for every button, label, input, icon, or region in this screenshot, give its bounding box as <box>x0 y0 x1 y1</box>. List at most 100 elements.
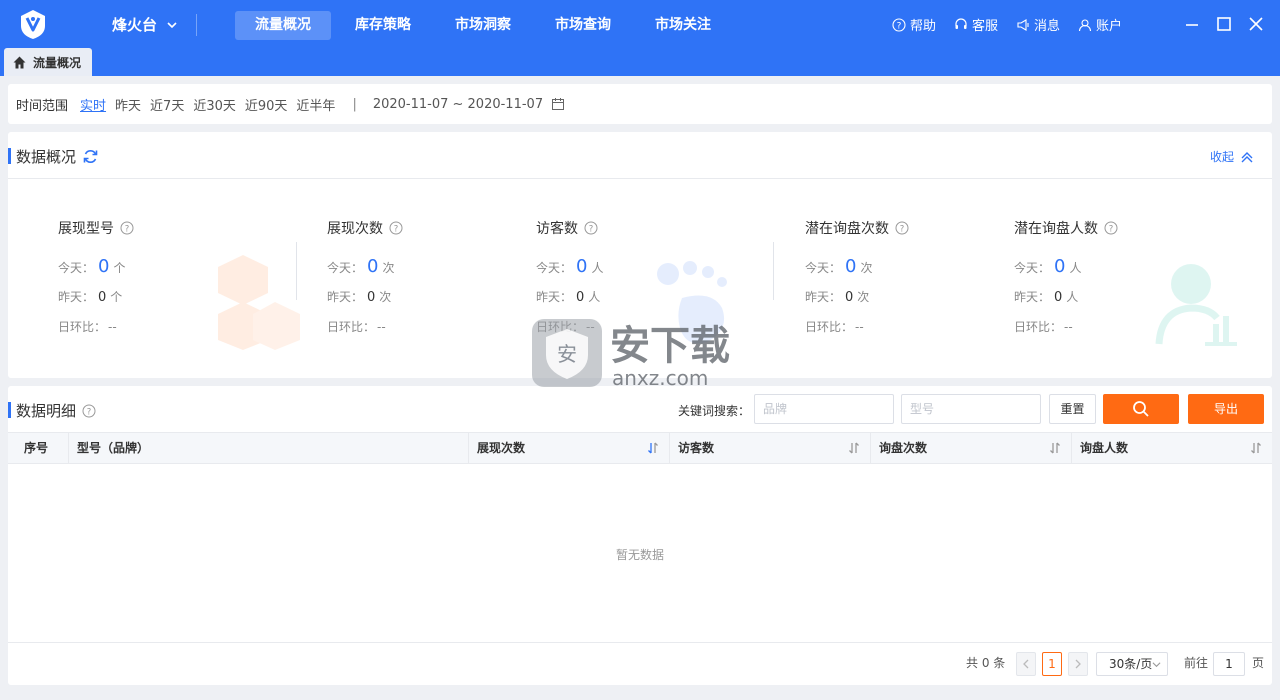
yesterday-label: 昨天： <box>327 290 364 304</box>
close-icon <box>1249 17 1263 31</box>
section-accent-bar <box>8 148 11 164</box>
help-icon[interactable]: ? <box>584 221 598 235</box>
help-label: 帮助 <box>910 19 937 34</box>
help-icon[interactable]: ? <box>389 221 403 235</box>
today-value: 0 <box>367 256 379 277</box>
col-inquiries[interactable]: 询盘次数 <box>870 433 1071 463</box>
account-label: 账户 <box>1096 19 1123 34</box>
brand-search-input[interactable] <box>754 394 894 424</box>
chevron-up-double-icon <box>1241 151 1253 162</box>
unit: 次 <box>860 261 873 275</box>
search-button[interactable] <box>1103 394 1179 424</box>
col-model-brand: 型号（品牌） <box>68 433 468 463</box>
help-icon[interactable]: ? <box>895 221 909 235</box>
metric-potential-inquiries: 潜在询盘次数? 今天： 0 次 昨天： 0 次 日环比： -- <box>805 218 909 348</box>
main-nav: 流量概况 库存策略 市场洞察 市场查询 市场关注 <box>235 11 731 40</box>
help-icon[interactable]: ? <box>82 404 96 418</box>
col-impressions[interactable]: 展现次数 <box>468 433 669 463</box>
tab-traffic-overview[interactable]: 流量概况 <box>4 48 92 76</box>
next-page-button[interactable] <box>1068 652 1088 676</box>
person-chart-icon <box>1155 264 1237 346</box>
today-value: 0 <box>576 256 588 277</box>
today-label: 今天： <box>805 261 842 275</box>
time-range-label: 时间范围 <box>16 98 69 114</box>
yesterday-value: 0 <box>1054 290 1063 305</box>
top-tools: ? 帮助 客服 消息 账户 <box>892 15 1122 34</box>
date-range-picker[interactable]: 2020-11-07 ~ 2020-11-07 <box>373 97 565 112</box>
ratio-value: -- <box>855 320 864 334</box>
minimize-button[interactable] <box>1184 16 1200 32</box>
refresh-icon[interactable] <box>82 148 99 165</box>
maximize-button[interactable] <box>1216 16 1232 32</box>
page-unit: 页 <box>1252 656 1265 670</box>
brand-name: 烽火台 <box>112 16 158 34</box>
page-size-select[interactable]: 30条/页 <box>1096 652 1168 676</box>
range-7-days[interactable]: 近7天 <box>150 95 184 114</box>
svg-text:?: ? <box>125 224 130 234</box>
nav-inventory-strategy[interactable]: 库存策略 <box>335 11 431 40</box>
nav-market-watch[interactable]: 市场关注 <box>635 11 731 40</box>
close-button[interactable] <box>1248 16 1264 32</box>
total-count: 共 0 条 <box>966 656 1006 670</box>
yesterday-label: 昨天： <box>536 290 573 304</box>
current-page[interactable]: 1 <box>1042 652 1062 676</box>
svg-text:?: ? <box>897 21 902 31</box>
empty-state: 暂无数据 <box>615 548 664 562</box>
col-inquirers[interactable]: 询盘人数 <box>1071 433 1272 463</box>
tab-label: 流量概况 <box>33 55 82 70</box>
nav-market-query[interactable]: 市场查询 <box>535 11 631 40</box>
overview-title: 数据概况 <box>16 146 99 167</box>
watermark-logo: 安 安下载 anxz.com <box>532 319 730 389</box>
unit: 次 <box>382 261 395 275</box>
prev-page-button[interactable] <box>1016 652 1036 676</box>
account-button[interactable]: 账户 <box>1078 15 1122 34</box>
range-90-days[interactable]: 近90天 <box>245 95 288 114</box>
time-range-bar: 时间范围 实时 昨天 近7天 近30天 近90天 近半年 | 2020-11-0… <box>8 84 1272 124</box>
col-visitors[interactable]: 访客数 <box>669 433 870 463</box>
today-value: 0 <box>845 256 857 277</box>
sort-icon[interactable] <box>647 442 659 454</box>
collapse-button[interactable]: 收起 <box>1210 148 1254 165</box>
svg-text:?: ? <box>1109 224 1114 234</box>
ratio-value: -- <box>108 320 117 334</box>
model-search-input[interactable] <box>901 394 1041 424</box>
range-yesterday[interactable]: 昨天 <box>115 95 141 114</box>
divider <box>196 14 197 36</box>
help-icon[interactable]: ? <box>120 221 134 235</box>
yesterday-label: 昨天： <box>1014 290 1051 304</box>
unit: 人 <box>1069 261 1082 275</box>
metric-name: 潜在询盘次数 <box>805 221 889 237</box>
data-detail-card: 数据明细 ? 关键词搜索： 重置 导出 序号 型号（品牌） 展现次数 访客数 询… <box>8 386 1272 685</box>
today-label: 今天： <box>1014 261 1051 275</box>
watermark-text: 安下载 <box>610 323 730 369</box>
col-inquiries-label: 询盘次数 <box>879 441 928 455</box>
range-30-days[interactable]: 近30天 <box>193 95 236 114</box>
service-label: 客服 <box>972 19 999 34</box>
goto-page-input[interactable]: 1 <box>1213 652 1245 676</box>
detail-title-text: 数据明细 <box>16 402 77 420</box>
detail-title: 数据明细 ? <box>16 400 96 421</box>
sort-icon[interactable] <box>1049 442 1061 454</box>
calendar-icon <box>552 98 565 110</box>
message-button[interactable]: 消息 <box>1016 15 1060 34</box>
svg-text:?: ? <box>87 407 92 417</box>
ratio-label: 日环比： <box>805 320 854 334</box>
yesterday-value: 0 <box>576 290 585 305</box>
export-button[interactable]: 导出 <box>1188 394 1264 424</box>
nav-market-insight[interactable]: 市场洞察 <box>435 11 531 40</box>
brand-selector[interactable]: 烽火台 <box>112 14 179 35</box>
search-icon <box>1133 401 1149 417</box>
reset-button[interactable]: 重置 <box>1049 394 1096 424</box>
chevron-down-icon <box>1152 662 1161 668</box>
keyword-search-label: 关键词搜索： <box>678 404 751 418</box>
sort-icon[interactable] <box>1250 442 1262 454</box>
help-button[interactable]: ? 帮助 <box>892 15 936 34</box>
nav-traffic-overview[interactable]: 流量概况 <box>235 11 331 40</box>
sort-icon[interactable] <box>848 442 860 454</box>
service-button[interactable]: 客服 <box>954 15 998 34</box>
range-realtime[interactable]: 实时 <box>80 95 106 114</box>
overview-header: 数据概况 收起 <box>8 132 1272 179</box>
today-value: 0 <box>1054 256 1066 277</box>
help-icon[interactable]: ? <box>1104 221 1118 235</box>
range-half-year[interactable]: 近半年 <box>296 95 335 114</box>
